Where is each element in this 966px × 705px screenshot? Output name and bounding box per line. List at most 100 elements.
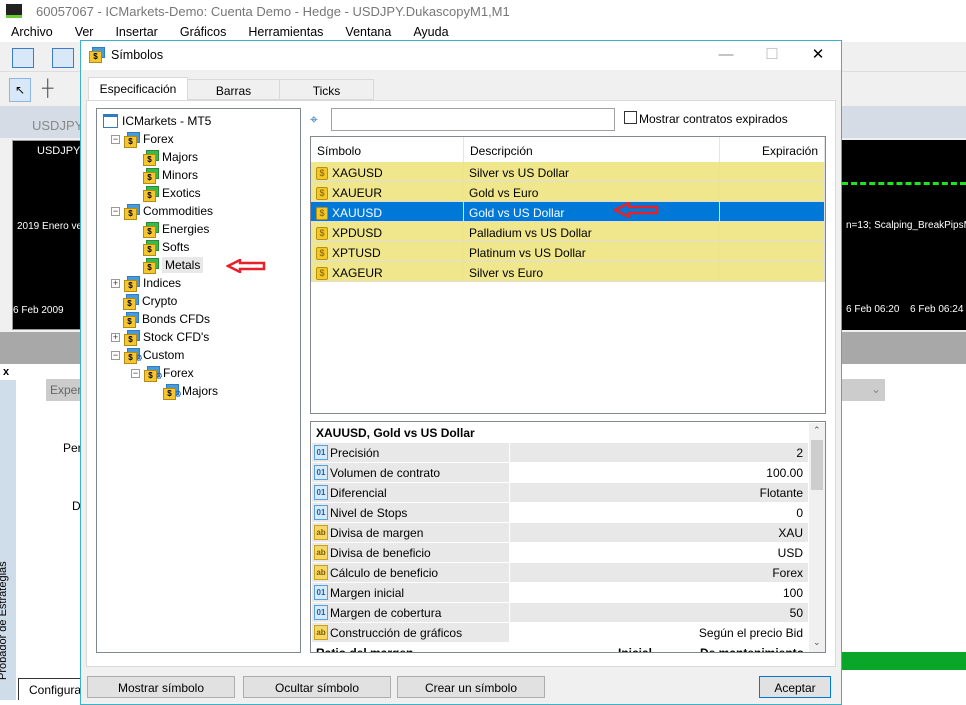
chevron-down-icon[interactable]: ⌄	[842, 379, 885, 401]
close-tester-icon[interactable]: x	[3, 366, 9, 378]
tab-especificacion[interactable]: Especificación	[88, 77, 188, 101]
tab-ticks[interactable]: Ticks	[279, 79, 374, 100]
menu-ayuda[interactable]: Ayuda	[402, 22, 459, 42]
tree-node[interactable]: Minors	[143, 166, 198, 184]
tree-node-label: Forex	[143, 132, 174, 146]
collapse-icon[interactable]: −	[111, 134, 120, 144]
expand-icon[interactable]: +	[111, 332, 120, 342]
property-name: Precisión	[330, 445, 380, 460]
tree-node[interactable]: Metals	[143, 256, 204, 274]
details-scrollbar[interactable]: ⌃ ⌄	[809, 423, 825, 652]
tree-node[interactable]: Majors	[143, 148, 198, 166]
table-row[interactable]: $ XAUUSD Gold vs US Dollar	[311, 202, 825, 222]
property-value: USD	[777, 546, 803, 560]
symbol-coin-icon: $	[316, 166, 328, 180]
expiration-cell	[720, 242, 825, 261]
table-row[interactable]: $ XPTUSD Platinum vs US Dollar	[311, 242, 825, 262]
tree-node[interactable]: − Forex	[111, 130, 174, 148]
property-name: Margen inicial	[330, 585, 405, 600]
table-header: Símbolo Descripción Expiración	[311, 137, 825, 162]
property-row[interactable]: ab Cálculo de beneficio Forex	[312, 563, 808, 583]
tree-node[interactable]: Bonds CFDs	[123, 310, 210, 328]
property-row[interactable]: 01 Margen de cobertura 50	[312, 603, 808, 623]
app-title-bar: 60057067 - ICMarkets-Demo: Cuenta Demo -…	[0, 0, 966, 22]
tree-node[interactable]: −⚙Forex	[131, 364, 194, 382]
symbol-search-input[interactable]	[331, 108, 615, 131]
property-row[interactable]: ab Divisa de margen XAU	[312, 523, 808, 543]
tree-node[interactable]: Crypto	[123, 292, 177, 310]
table-row[interactable]: $ XAGEUR Silver vs Euro	[311, 262, 825, 282]
show-expired-checkbox[interactable]	[624, 111, 637, 124]
tab-configuracion[interactable]: Configura	[18, 678, 82, 700]
menu-insertar[interactable]: Insertar	[104, 22, 168, 42]
tree-node[interactable]: − Commodities	[111, 202, 213, 220]
cursor-icon[interactable]: ↖	[9, 78, 31, 102]
menu-bar: Archivo Ver Insertar Gráficos Herramientas Ve…	[0, 22, 966, 42]
column-header-expiration[interactable]: Expiración	[720, 137, 825, 162]
column-header-symbol[interactable]: Símbolo	[311, 137, 464, 162]
hide-symbol-button[interactable]: Ocultar símbolo	[243, 676, 391, 698]
folder-icon: ⚙	[144, 366, 163, 382]
close-button[interactable]: ✕	[795, 41, 841, 70]
symbol-coin-icon: $	[316, 226, 328, 240]
chart-right[interactable]: n=13; Scalping_BreakPipsM15 6 Feb 06:20 …	[842, 140, 966, 330]
property-name: Margen de cobertura	[330, 605, 442, 620]
maximize-button[interactable]: ☐	[749, 41, 795, 70]
property-row[interactable]: ab Divisa de beneficio USD	[312, 543, 808, 563]
minimize-button[interactable]: —	[703, 41, 749, 70]
profiles-icon[interactable]	[52, 48, 74, 68]
property-row[interactable]: 01 Diferencial Flotante	[312, 483, 808, 503]
menu-ventana[interactable]: Ventana	[334, 22, 402, 42]
expiration-cell	[720, 182, 825, 201]
collapse-icon[interactable]: −	[111, 206, 120, 216]
property-row[interactable]: ab Construcción de gráficos Según el preci…	[312, 623, 808, 643]
tree-node[interactable]: Energies	[143, 220, 209, 238]
tree-node[interactable]: + Stock CFD's	[111, 328, 209, 346]
column-header-description[interactable]: Descripción	[464, 137, 720, 162]
table-row[interactable]: $ XPDUSD Palladium vs US Dollar	[311, 222, 825, 242]
tree-node-label: Exotics	[162, 186, 201, 200]
expiration-cell	[720, 262, 825, 281]
symbol-cell: XAUEUR	[332, 186, 383, 200]
collapse-icon[interactable]: −	[131, 368, 140, 378]
new-chart-icon[interactable]	[12, 48, 34, 68]
tree-node[interactable]: Exotics	[143, 184, 201, 202]
property-row[interactable]: 01 Margen inicial 100	[312, 583, 808, 603]
create-symbol-button[interactable]: Crear un símbolo	[397, 676, 545, 698]
tab-barras[interactable]: Barras	[187, 79, 280, 100]
tree-node-label: Energies	[162, 222, 210, 236]
period-label: Per	[63, 441, 82, 455]
tree-node-label: Minors	[162, 168, 199, 182]
tree-node[interactable]: Softs	[143, 238, 189, 256]
binoculars-search-icon[interactable]: ⌖	[310, 111, 318, 128]
table-row[interactable]: $ XAUEUR Gold vs Euro	[311, 182, 825, 202]
accept-button[interactable]: Aceptar	[759, 676, 831, 698]
chart-left[interactable]: USDJPY.I 2019 Enero ve 6 Feb 2009	[12, 140, 85, 330]
menu-gráficos[interactable]: Gráficos	[169, 22, 238, 42]
chart-date: 6 Feb 2009	[13, 305, 64, 316]
tree-node[interactable]: + Indices	[111, 274, 181, 292]
property-row[interactable]: 01 Precisión 2	[312, 443, 808, 463]
tree-node[interactable]: ⚙Majors	[163, 382, 218, 400]
tree-node-label: Crypto	[142, 294, 178, 308]
margin-ratio-header: Ratio del margen Inicial De mantenimient…	[312, 643, 808, 652]
menu-archivo[interactable]: Archivo	[0, 22, 64, 42]
table-row[interactable]: $ XAGUSD Silver vs US Dollar	[311, 162, 825, 182]
menu-ver[interactable]: Ver	[64, 22, 105, 42]
symbol-group-tree[interactable]: ICMarkets - MT5 − Forex Majors Minors Exotics…	[96, 108, 301, 653]
tree-node[interactable]: −⚙Custom	[111, 346, 184, 364]
symbol-cell: XAUUSD	[332, 206, 383, 220]
collapse-icon[interactable]: −	[111, 350, 120, 360]
text-property-icon: ab	[314, 525, 328, 540]
folder-icon	[143, 240, 159, 256]
property-row[interactable]: 01 Nivel de Stops 0	[312, 503, 808, 523]
menu-herramientas[interactable]: Herramientas	[237, 22, 334, 42]
scrollbar-thumb[interactable]	[811, 440, 823, 490]
progress-bar	[842, 652, 966, 670]
property-name: Volumen de contrato	[330, 465, 441, 480]
property-row[interactable]: 01 Volumen de contrato 100.00	[312, 463, 808, 483]
tree-node[interactable]: ICMarkets - MT5	[103, 112, 211, 130]
crosshair-icon[interactable]: ┼	[42, 80, 53, 98]
show-symbol-button[interactable]: Mostrar símbolo	[87, 676, 235, 698]
expand-icon[interactable]: +	[111, 278, 120, 288]
